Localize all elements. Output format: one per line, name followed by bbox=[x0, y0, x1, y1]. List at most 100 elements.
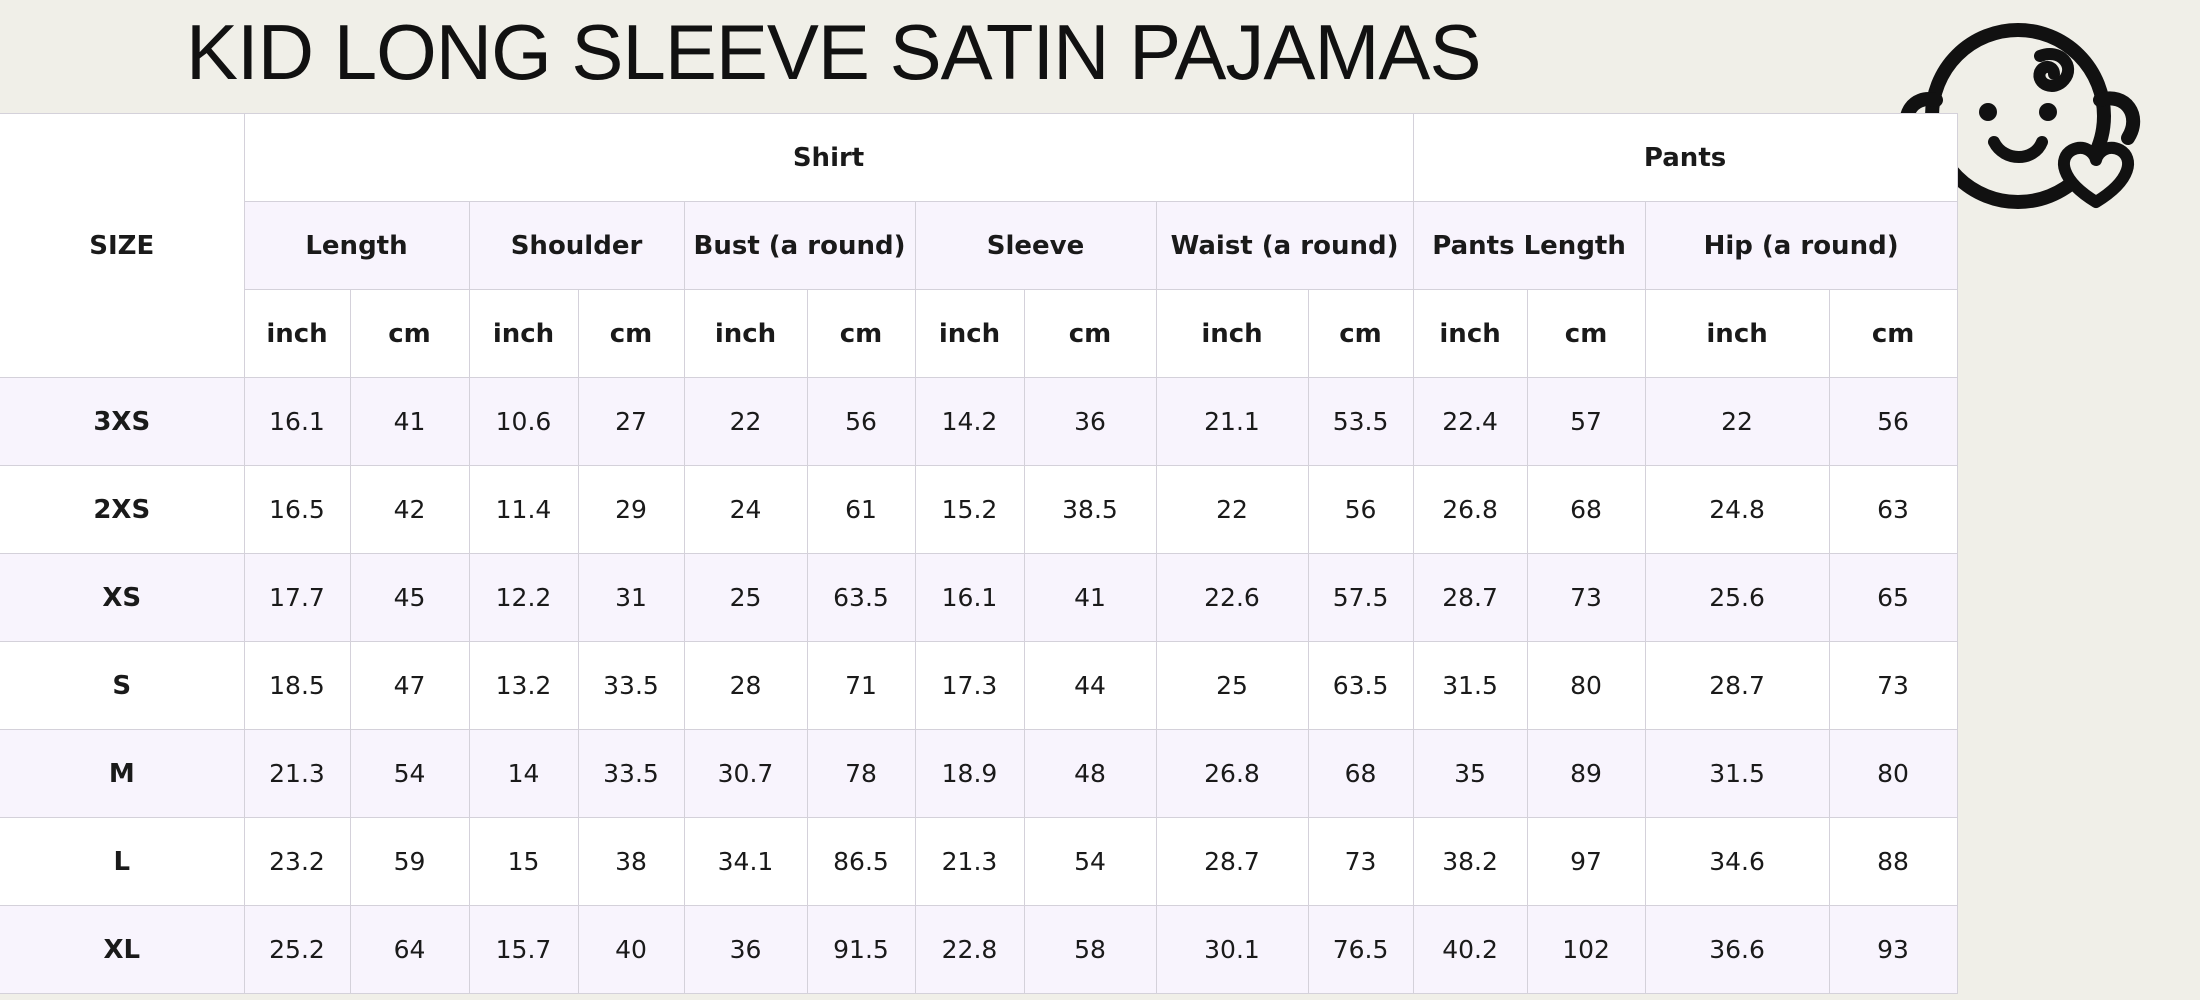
table-row: S 18.5 47 13.2 33.5 28 71 17.3 44 25 63.5 31.5 80 28.… bbox=[0, 641, 1958, 730]
measurement-cell: 28.7 bbox=[1412, 553, 1528, 642]
measurement-cell: 21.3 bbox=[914, 817, 1025, 906]
measurement-cell: 56 bbox=[806, 377, 916, 466]
measurement-cell: 30.1 bbox=[1155, 905, 1309, 994]
measure-header-pants-length: Pants Length bbox=[1412, 201, 1646, 290]
measurement-cell: 15.7 bbox=[468, 905, 579, 994]
measurement-cell: 22.6 bbox=[1155, 553, 1309, 642]
measurement-cell: 76.5 bbox=[1307, 905, 1414, 994]
measure-header-row: Length Shoulder Bust (a round) Sleeve Wa… bbox=[0, 201, 1958, 290]
measurement-cell: 28.7 bbox=[1644, 641, 1830, 730]
unit-header: inch bbox=[683, 289, 808, 378]
measurement-cell: 89 bbox=[1526, 729, 1646, 818]
measurement-cell: 22 bbox=[1644, 377, 1830, 466]
unit-header: cm bbox=[1023, 289, 1157, 378]
measurement-cell: 73 bbox=[1828, 641, 1958, 730]
measurement-cell: 34.1 bbox=[683, 817, 808, 906]
unit-header: inch bbox=[243, 289, 351, 378]
measurement-cell: 54 bbox=[349, 729, 470, 818]
measurement-cell: 11.4 bbox=[468, 465, 579, 554]
size-header: SIZE bbox=[0, 113, 245, 378]
measurement-cell: 22 bbox=[683, 377, 808, 466]
measurement-cell: 59 bbox=[349, 817, 470, 906]
unit-header: cm bbox=[1307, 289, 1414, 378]
measurement-cell: 80 bbox=[1828, 729, 1958, 818]
measurement-cell: 78 bbox=[806, 729, 916, 818]
table-row: M 21.3 54 14 33.5 30.7 78 18.9 48 26.8 68 35 89 31.5 8… bbox=[0, 729, 1958, 818]
measurement-cell: 15.2 bbox=[914, 465, 1025, 554]
measurement-cell: 38.2 bbox=[1412, 817, 1528, 906]
unit-header: cm bbox=[577, 289, 685, 378]
measurement-cell: 22 bbox=[1155, 465, 1309, 554]
measurement-cell: 36 bbox=[1023, 377, 1157, 466]
measurement-cell: 47 bbox=[349, 641, 470, 730]
measurement-cell: 56 bbox=[1307, 465, 1414, 554]
measurement-cell: 16.5 bbox=[243, 465, 351, 554]
measurement-cell: 44 bbox=[1023, 641, 1157, 730]
measurement-cell: 40 bbox=[577, 905, 685, 994]
table-row: 2XS 16.5 42 11.4 29 24 61 15.2 38.5 22 56 26.8 68 24.… bbox=[0, 465, 1958, 554]
measurement-cell: 26.8 bbox=[1155, 729, 1309, 818]
measurement-cell: 16.1 bbox=[914, 553, 1025, 642]
measurement-cell: 54 bbox=[1023, 817, 1157, 906]
group-header-pants: Pants bbox=[1412, 113, 1958, 202]
measurement-cell: 30.7 bbox=[683, 729, 808, 818]
measurement-cell: 57 bbox=[1526, 377, 1646, 466]
unit-header: inch bbox=[1644, 289, 1830, 378]
measurement-cell: 27 bbox=[577, 377, 685, 466]
measurement-cell: 36 bbox=[683, 905, 808, 994]
measurement-cell: 64 bbox=[349, 905, 470, 994]
measurement-cell: 41 bbox=[349, 377, 470, 466]
measurement-cell: 31.5 bbox=[1644, 729, 1830, 818]
measurement-cell: 93 bbox=[1828, 905, 1958, 994]
unit-header: cm bbox=[806, 289, 916, 378]
measurement-cell: 97 bbox=[1526, 817, 1646, 906]
unit-header: inch bbox=[468, 289, 579, 378]
unit-header: inch bbox=[1412, 289, 1528, 378]
measurement-cell: 16.1 bbox=[243, 377, 351, 466]
measurement-cell: 14.2 bbox=[914, 377, 1025, 466]
measurement-cell: 35 bbox=[1412, 729, 1528, 818]
measurement-cell: 24 bbox=[683, 465, 808, 554]
measurement-cell: 17.7 bbox=[243, 553, 351, 642]
measurement-cell: 57.5 bbox=[1307, 553, 1414, 642]
measure-header-bust: Bust (a round) bbox=[683, 201, 916, 290]
measurement-cell: 53.5 bbox=[1307, 377, 1414, 466]
measurement-cell: 28.7 bbox=[1155, 817, 1309, 906]
measurement-cell: 63.5 bbox=[806, 553, 916, 642]
measurement-cell: 86.5 bbox=[806, 817, 916, 906]
size-cell: XL bbox=[0, 905, 245, 994]
measurement-cell: 38 bbox=[577, 817, 685, 906]
measurement-cell: 73 bbox=[1307, 817, 1414, 906]
measurement-cell: 88 bbox=[1828, 817, 1958, 906]
measurement-cell: 68 bbox=[1526, 465, 1646, 554]
measurement-cell: 10.6 bbox=[468, 377, 579, 466]
group-header-shirt: Shirt bbox=[243, 113, 1414, 202]
measurement-cell: 45 bbox=[349, 553, 470, 642]
measurement-cell: 29 bbox=[577, 465, 685, 554]
measure-header-sleeve: Sleeve bbox=[914, 201, 1157, 290]
measurement-cell: 18.9 bbox=[914, 729, 1025, 818]
measurement-cell: 31 bbox=[577, 553, 685, 642]
measure-header-length: Length bbox=[243, 201, 470, 290]
measurement-cell: 102 bbox=[1526, 905, 1646, 994]
measurement-cell: 18.5 bbox=[243, 641, 351, 730]
size-cell: XS bbox=[0, 553, 245, 642]
measurement-cell: 31.5 bbox=[1412, 641, 1528, 730]
measurement-cell: 40.2 bbox=[1412, 905, 1528, 994]
unit-header-row: inch cm inch cm inch cm inch cm inch cm … bbox=[0, 289, 1958, 378]
measurement-cell: 36.6 bbox=[1644, 905, 1830, 994]
measurement-cell: 14 bbox=[468, 729, 579, 818]
measurement-cell: 58 bbox=[1023, 905, 1157, 994]
measurement-cell: 25 bbox=[1155, 641, 1309, 730]
measurement-cell: 26.8 bbox=[1412, 465, 1528, 554]
measurement-cell: 25.6 bbox=[1644, 553, 1830, 642]
measurement-cell: 34.6 bbox=[1644, 817, 1830, 906]
measurement-cell: 22.8 bbox=[914, 905, 1025, 994]
size-table: SIZE Shirt Pants Length Shoulder Bust (a… bbox=[0, 113, 1958, 994]
unit-header: inch bbox=[1155, 289, 1309, 378]
size-cell: M bbox=[0, 729, 245, 818]
measure-header-waist: Waist (a round) bbox=[1155, 201, 1414, 290]
measurement-cell: 56 bbox=[1828, 377, 1958, 466]
measurement-cell: 42 bbox=[349, 465, 470, 554]
measurement-cell: 28 bbox=[683, 641, 808, 730]
